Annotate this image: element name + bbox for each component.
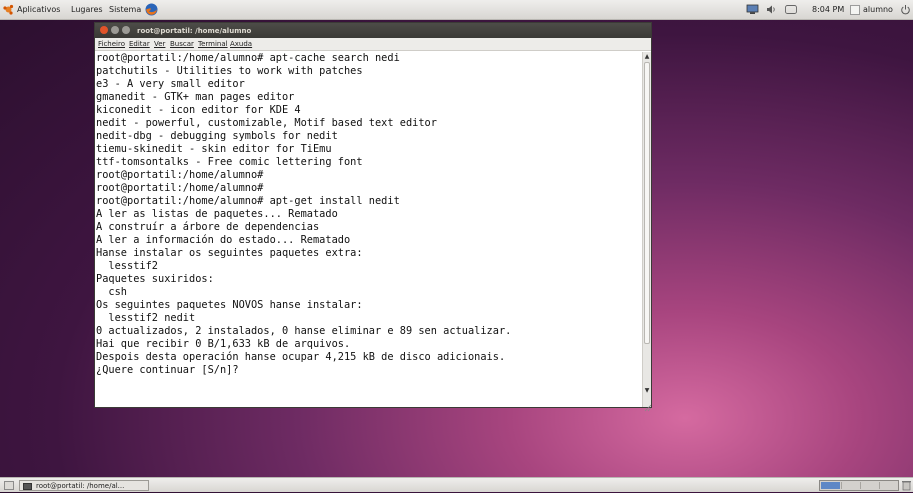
terminal-line: Hai que recibir 0 B/1,633 kB de arquivos… [96, 338, 351, 350]
terminal-line: root@portatil:/home/alumno# apt-get inst… [96, 195, 400, 207]
menu-ficheiro[interactable]: Ficheiro [98, 40, 125, 48]
terminal-line: Despois desta operación hanse ocupar 4,2… [96, 351, 506, 363]
menu-axuda[interactable]: Axuda [230, 40, 252, 48]
window-menubar: Ficheiro Editar Ver Buscar Terminal Axud… [95, 38, 651, 51]
terminal-line: ttf-tomsontalks - Free comic lettering f… [96, 156, 363, 168]
taskbar-item-label: root@portatil: /home/al... [36, 482, 125, 490]
terminal-line: nedit - powerful, customizable, Motif ba… [96, 117, 437, 129]
scroll-down-icon[interactable]: ▼ [644, 387, 650, 394]
terminal-line: A ler a información do estado... Rematad… [96, 234, 351, 246]
bottom-panel: root@portatil: /home/al... [0, 477, 913, 492]
menu-ver[interactable]: Ver [154, 40, 165, 48]
workspace-1[interactable] [821, 482, 840, 489]
terminal-line: nedit-dbg - debugging symbols for nedit [96, 130, 338, 142]
scroll-up-icon[interactable]: ▲ [644, 53, 650, 60]
menu-places[interactable]: Lugares [71, 5, 103, 14]
taskbar-terminal-item[interactable]: root@portatil: /home/al... [19, 480, 149, 491]
volume-icon[interactable] [766, 4, 776, 15]
menu-buscar[interactable]: Buscar [170, 40, 194, 48]
top-panel: Aplicativos Lugares Sistema 8:04 PM alum… [0, 0, 913, 20]
terminal-line: csh [96, 286, 127, 298]
terminal-line: e3 - A very small editor [96, 78, 245, 90]
maximize-window-button[interactable] [122, 26, 130, 34]
user-menu[interactable]: alumno [863, 5, 893, 14]
terminal-line: lesstif2 nedit [96, 312, 196, 324]
scrollbar-thumb[interactable] [644, 62, 650, 344]
terminal-line: gmanedit - GTK+ man pages editor [96, 91, 295, 103]
clock[interactable]: 8:04 PM [812, 5, 844, 14]
terminal-output[interactable]: root@portatil:/home/alumno# apt-cache se… [96, 52, 641, 407]
terminal-line: root@portatil:/home/alumno# [96, 182, 264, 194]
minimize-window-button[interactable] [111, 26, 119, 34]
terminal-app-icon [23, 483, 32, 490]
firefox-launcher-icon[interactable] [145, 3, 158, 16]
applications-logo-icon[interactable] [3, 4, 14, 15]
workspace-2[interactable] [841, 482, 860, 489]
menu-terminal[interactable]: Terminal [198, 40, 228, 48]
terminal-line: Paquetes suxiridos: [96, 273, 214, 285]
menu-applications[interactable]: Aplicativos [17, 5, 60, 14]
terminal-line: root@portatil:/home/alumno# apt-cache se… [96, 52, 400, 64]
resize-grip-icon[interactable] [644, 397, 652, 412]
user-status-icon [850, 5, 860, 15]
network-icon[interactable] [746, 4, 759, 15]
terminal-line: root@portatil:/home/alumno# [96, 169, 264, 181]
terminal-scrollbar[interactable]: ▲ ▼ [642, 52, 652, 412]
terminal-line: tiemu-skinedit - skin editor for TiEmu [96, 143, 332, 155]
terminal-window: root@portatil: /home/alumno Ficheiro Edi… [94, 22, 652, 412]
workspace-switcher[interactable] [819, 480, 899, 491]
workspace-4[interactable] [879, 482, 898, 489]
terminal-line: A ler as listas de paquetes... Rematado [96, 208, 338, 220]
show-desktop-icon[interactable] [4, 481, 14, 490]
window-title: root@portatil: /home/alumno [137, 27, 252, 35]
power-icon[interactable] [900, 4, 911, 15]
terminal-line: kiconedit - icon editor for KDE 4 [96, 104, 301, 116]
mail-icon[interactable] [785, 5, 797, 14]
trash-icon[interactable] [902, 480, 911, 491]
terminal-line: patchutils - Utilities to work with patc… [96, 65, 363, 77]
terminal-line: lesstif2 [96, 260, 158, 272]
workspace-3[interactable] [860, 482, 879, 489]
terminal-line: 0 actualizados, 2 instalados, 0 hanse el… [96, 325, 512, 337]
close-window-button[interactable] [100, 26, 108, 34]
window-titlebar[interactable]: root@portatil: /home/alumno [95, 23, 651, 38]
menu-system[interactable]: Sistema [109, 5, 141, 14]
terminal-line: A construír a árbore de dependencias [96, 221, 320, 233]
terminal-line: ¿Quere continuar [S/n]? [96, 364, 239, 376]
menu-editar[interactable]: Editar [129, 40, 150, 48]
terminal-line: Hanse instalar os seguintes paquetes ext… [96, 247, 363, 259]
terminal-line: Os seguintes paquetes NOVOS hanse instal… [96, 299, 363, 311]
